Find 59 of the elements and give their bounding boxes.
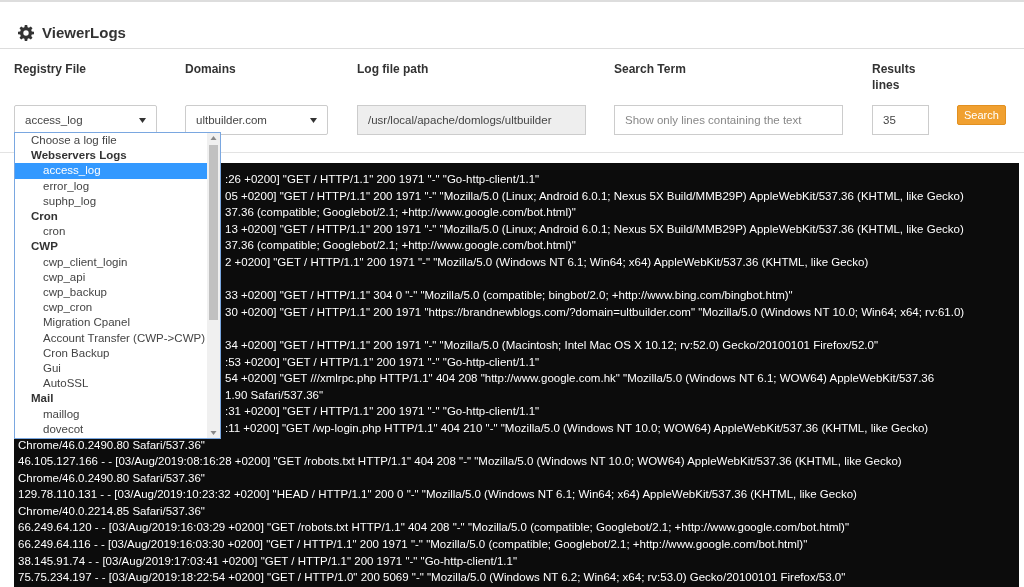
results-lines-field[interactable]: 35 xyxy=(872,105,929,135)
option-group-label: Webservers Logs xyxy=(30,148,128,164)
log-line: 30 +0200] "GET / HTTP/1.1" 200 1971 "https://brandnewblogs.com/?domain=ultbuilder.com" "Mozilla/5.0 (Windows NT 10.0; Win64; x64; rv:61.0) xyxy=(225,304,965,320)
dropdown-option[interactable]: cron xyxy=(15,224,207,240)
dropdown-option[interactable]: cwp_client_login xyxy=(15,254,207,270)
log-line: 33 +0200] "GET / HTTP/1.1" 304 0 "-" "Mozilla/5.0 (compatible; bingbot/2.0; +http://www.bing.com/bingbot.htm)" xyxy=(225,288,793,304)
dropdown-option[interactable]: cwp_backup xyxy=(15,285,207,301)
dropdown-option[interactable]: cwp_api xyxy=(15,269,207,286)
log-line: Chrome/46.0.2490.80 Safari/537.36" xyxy=(18,470,205,486)
dropdown-option[interactable]: Choose a log file xyxy=(15,133,207,149)
log-line: 66.249.64.116 - - [03/Aug/2019:16:03:30 +0200] "GET / HTTP/1.1" 200 1971 "-" "Mozilla/5.0 (compatible; Googlebot/2.1; +http://www.google.com/bot.html)" xyxy=(18,537,808,553)
scroll-up-icon[interactable] xyxy=(209,133,218,143)
log-line: 05 +0200] "GET / HTTP/1.1" 200 1971 "-" "Mozilla/5.0 (Linux; Android 6.0.1; Nexus 5X Build/MMB29P) AppleWebKit/537.36 (KHTML, like Gecko) xyxy=(225,188,964,204)
caret-icon xyxy=(139,117,146,123)
dropdown-option[interactable]: cwp_cron xyxy=(15,300,207,316)
log-line: 1.90 Safari/537.36" xyxy=(225,387,324,403)
caret-icon xyxy=(310,117,317,123)
option-group-label: Mail xyxy=(30,391,55,407)
field-label: Registry File xyxy=(14,61,88,77)
field-label: Domains xyxy=(185,61,237,77)
option-group-label: CWP xyxy=(30,239,59,255)
field-label: Log file path xyxy=(357,61,430,77)
log-line: 38.145.91.74 - - [03/Aug/2019:17:03:41 +0200] "GET / HTTP/1.1" 200 1971 "-" "Go-http-client/1.1" xyxy=(18,553,517,569)
scrollbar[interactable] xyxy=(207,133,220,438)
log-line: 37.36 (compatible; Googlebot/2.1; +http://www.google.com/bot.html)" xyxy=(225,205,576,221)
field-label: Results lines xyxy=(872,61,917,93)
log-line: :26 +0200] "GET / HTTP/1.1" 200 1971 "-" "Go-http-client/1.1" xyxy=(225,172,540,187)
dropdown-option[interactable]: Account Transfer (CWP->CWP) xyxy=(15,330,207,346)
dropdown-option[interactable]: dovecot xyxy=(15,421,207,438)
log-line: 54 +0200] "GET ///xmlrpc.php HTTP/1.1" 404 208 "http://www.google.com.hk" "Mozilla/5.0 (Windows NT 6.1; WOW64) AppleWebKit/537.36 xyxy=(225,371,935,387)
log-line: 75.75.234.197 - - [03/Aug/2019:18:22:54 +0200] "GET / HTTP/1.0" 200 5069 "-" "Mozilla/5.0 (Windows NT 6.2; Win64; x64; rv:53.0) Gecko/20100101 Firefox/53.0" xyxy=(18,570,846,586)
log-line: :11 +0200] "GET /wp-login.php HTTP/1.1" 404 210 "-" "Mozilla/5.0 (Windows NT 10.0; WOW64) AppleWebKit/537.36 (KHTML, like Gecko) xyxy=(225,420,929,436)
log-line: Chrome/40.0.2214.85 Safari/537.36" xyxy=(18,503,205,519)
dropdown-option[interactable]: maillog xyxy=(15,406,207,422)
field-label: Search Term xyxy=(614,61,687,77)
dropdown-option[interactable]: Gui xyxy=(15,361,207,377)
dropdown-option[interactable]: AutoSSL xyxy=(15,376,207,392)
log-line: :53 +0200] "GET / HTTP/1.1" 200 1971 "-" "Go-http-client/1.1" xyxy=(225,354,540,370)
option-group-label: Cron xyxy=(30,209,59,224)
log-line: :31 +0200] "GET / HTTP/1.1" 200 1971 "-" "Go-http-client/1.1" xyxy=(225,404,540,420)
log-line: 13 +0200] "GET / HTTP/1.1" 200 1971 "-" "Mozilla/5.0 (Linux; Android 6.0.1; Nexus 5X Build/MMB29P) AppleWebKit/537.36 (KHTML, like Gecko) xyxy=(225,221,964,237)
settings-icon xyxy=(18,24,34,41)
log-line: 46.105.127.166 - - [03/Aug/2019:08:16:28 +0200] "GET /robots.txt HTTP/1.1" 404 208 "-" "Mozilla/5.0 (Windows NT 10.0; WOW64) AppleWebKit/537.36 (KHTML, like Gecko) xyxy=(18,454,902,470)
page-title: ViewerLogs xyxy=(42,24,126,41)
registry-file-select[interactable]: access_log xyxy=(14,105,157,135)
dropdown-option[interactable]: Cron Backup xyxy=(15,345,207,362)
log-line: Chrome/46.0.2490.80 Safari/537.36" xyxy=(18,437,205,453)
log-line: 66.249.64.120 - - [03/Aug/2019:16:03:29 +0200] "GET /robots.txt HTTP/1.1" 404 208 "-" "Mozilla/5.0 (compatible; Googlebot/2.1; +http://www.google.com/bot.html)" xyxy=(18,520,850,536)
scroll-down-icon[interactable] xyxy=(209,428,218,438)
log-file-dropdown[interactable] xyxy=(14,132,221,439)
dropdown-option[interactable]: Migration Cpanel xyxy=(15,315,207,331)
log-line: 129.78.110.131 - - [03/Aug/2019:10:23:32 +0200] "HEAD / HTTP/1.1" 200 0 "-" "Mozilla/5.0 (Windows NT 6.1; Win64; x64) AppleWebKit/537.36 (KHTML, like Gecko) xyxy=(18,487,857,503)
log-line: 34 +0200] "GET / HTTP/1.1" 200 1971 "-" "Mozilla/5.0 (Macintosh; Intel Mac OS X 10.12; rv:52.0) Gecko/20100101 Firefox/52.0" xyxy=(225,337,878,353)
log-line: 2 +0200] "GET / HTTP/1.1" 200 1971 "-" "Mozilla/5.0 (Windows NT 6.1; Win64; x64) AppleWebKit/537.36 (KHTML, like Gecko) xyxy=(225,254,869,270)
domain-select[interactable]: ultbuilder.com xyxy=(185,105,328,135)
dropdown-option[interactable]: suphp_log xyxy=(15,193,207,209)
dropdown-option[interactable]: error_log xyxy=(15,178,207,194)
log-line: 37.36 (compatible; Googlebot/2.1; +http://www.google.com/bot.html)" xyxy=(225,238,576,254)
search-field[interactable]: Show only lines containing the text xyxy=(614,105,843,135)
